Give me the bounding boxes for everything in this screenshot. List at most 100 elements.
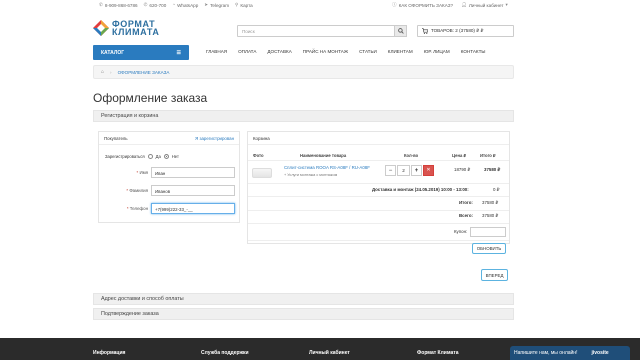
section-registration[interactable]: Регистрация и корзина (93, 110, 514, 122)
telegram-link[interactable]: ➤ Telegram (204, 3, 229, 8)
quantity-stepper: − 2 + ✕ (385, 165, 434, 176)
section-delivery[interactable]: Адрес доставки и способ оплаты (93, 293, 514, 305)
item-total: 37580 ₽ (484, 167, 501, 172)
qty-plus-button[interactable]: + (411, 165, 422, 176)
item-price: 18790 ₽ (454, 167, 471, 172)
footer-account: Личный кабинет (309, 350, 350, 356)
buyer-header: Покупатель Я зарегистрирован (99, 132, 239, 145)
caret-down-icon: ▾ (505, 2, 508, 8)
register-label: Зарегистрироваться (105, 154, 145, 159)
logo-line-2: КЛИМАТА (112, 27, 160, 37)
cart-icon (422, 28, 428, 34)
account-dropdown[interactable]: 👤︎ Личный кабинет ▾ (461, 3, 508, 8)
search-button[interactable] (394, 25, 407, 37)
section-registration-label: Регистрация и корзина (101, 113, 159, 119)
register-yes-radio[interactable] (147, 154, 153, 159)
page-title: Оформление заказа (93, 91, 208, 105)
logo-mark-icon (93, 20, 109, 36)
nav-link-articles[interactable]: СТАТЬИ (359, 49, 377, 54)
already-registered-link[interactable]: Я зарегистрирован (195, 136, 234, 141)
phone-link-2[interactable]: ✆ 620-700 (144, 3, 167, 8)
remove-item-button[interactable]: ✕ (423, 165, 434, 176)
buyer-panel: Покупатель Я зарегистрирован Зарегистрир… (98, 131, 240, 223)
last-name-label: * Фамилия (126, 188, 148, 193)
register-no-label: Нет (171, 154, 179, 159)
catalog-button[interactable]: КАТАЛОГ ☰ (93, 45, 189, 60)
map-label: Карта (240, 3, 253, 8)
nav-link-payment[interactable]: ОПЛАТА (238, 49, 256, 54)
col-price: Цена ₽ (452, 153, 467, 158)
product-name-link[interactable]: Сплит-система ROOA RS-A08F / RU-A08F (284, 165, 370, 170)
divider (248, 196, 509, 197)
divider (248, 240, 509, 241)
update-cart-button[interactable]: ОБНОВИТЬ (472, 243, 506, 254)
cart-button-label: ТОВАРОВ: 2 (37580) ₽ ₽ (431, 28, 484, 33)
phone-value: +7(999)222-33_-__ (155, 207, 193, 212)
col-total: Итого ₽ (480, 153, 496, 158)
map-marker-icon: ⚲ (235, 2, 239, 8)
home-icon[interactable]: ⌂ (101, 69, 104, 75)
first-name-label: * Имя (136, 170, 149, 175)
whatsapp-icon: ◔ (172, 2, 176, 8)
section-confirm-label: Подтверждение заказа (101, 311, 159, 317)
col-photo: Фото (253, 153, 264, 158)
first-name-label-text: Имя (139, 170, 148, 175)
qty-input[interactable]: 2 (397, 165, 410, 176)
nav-link-delivery[interactable]: ДОСТАВКА (267, 49, 291, 54)
phone-icon: ✆ (143, 2, 148, 8)
col-qty: Кол-во (404, 153, 419, 158)
header: ФОРМАТ КЛИМАТА Поиск ТОВАРОВ: 2 (37580) … (0, 14, 640, 44)
site-logo[interactable]: ФОРМАТ КЛИМАТА (93, 20, 160, 37)
product-image[interactable] (252, 168, 272, 178)
first-name-value: Иван (155, 171, 166, 176)
map-link[interactable]: ⚲ Карта (235, 3, 253, 8)
cart-panel: Корзина Фото Наименование товара Кол-во … (247, 131, 510, 244)
coupon-label: Купон: (454, 229, 468, 234)
section-confirm[interactable]: Подтверждение заказа (93, 308, 514, 320)
last-name-field[interactable]: Иванов (151, 185, 235, 196)
whatsapp-label: WhatsApp (177, 3, 199, 8)
register-no-radio[interactable] (163, 154, 169, 159)
breadcrumb-current[interactable]: ОФОРМЛЕНИЕ ЗАКАЗА (118, 70, 170, 75)
register-yes-label: Да (155, 154, 161, 159)
main-nav: КАТАЛОГ ☰ ГЛАВНАЯ ОПЛАТА ДОСТАВКА ПРАЙС … (93, 44, 514, 60)
nav-link-clients[interactable]: КЛИЕНТАМ (388, 49, 413, 54)
top-right-links: ⓘ КАК ОФОРМИТЬ ЗАКАЗ? 👤︎ Личный кабинет ▾ (392, 3, 508, 8)
nav-links: ГЛАВНАЯ ОПЛАТА ДОСТАВКА ПРАЙС НА МОНТАЖ … (206, 49, 485, 54)
phone-label-text: Телефон (129, 206, 148, 211)
nav-link-home[interactable]: ГЛАВНАЯ (206, 49, 227, 54)
phone-1: 8-909-868-6786 (104, 3, 138, 8)
search-input[interactable]: Поиск (237, 25, 407, 37)
how-to-order-label: КАК ОФОРМИТЬ ЗАКАЗ? (398, 3, 454, 8)
itogo-value: 37580 ₽ (482, 200, 499, 205)
phone-icon: ✆ (99, 2, 103, 8)
phone-2: 620-700 (149, 3, 167, 8)
next-button[interactable]: ВПЕРЕД (481, 269, 508, 281)
buyer-title: Покупатель (104, 135, 128, 141)
delivery-row-label: Доставка и монтаж (24.05.2019) 10:00 - 1… (372, 187, 469, 192)
phone-link-1[interactable]: ✆ 8-909-868-6786 (99, 3, 138, 8)
telegram-icon: ➤ (204, 2, 209, 8)
cart-button[interactable]: ТОВАРОВ: 2 (37580) ₽ ₽ (417, 25, 514, 37)
divider (248, 210, 509, 211)
user-icon: 👤︎ (461, 2, 467, 8)
phone-field[interactable]: +7(999)222-33_-__ (151, 203, 235, 214)
chat-widget[interactable]: Напишите нам, мы онлайн! jivosite (510, 346, 630, 360)
logo-text: ФОРМАТ КЛИМАТА (112, 20, 160, 37)
info-icon: ⓘ (392, 2, 397, 8)
phone-row: * Телефон +7(999)222-33_-__ (99, 203, 241, 215)
first-name-field[interactable]: Иван (151, 167, 235, 178)
itogo-label: Итого: (459, 200, 473, 205)
breadcrumb: ⌂ › ОФОРМЛЕНИЕ ЗАКАЗА (93, 65, 514, 79)
nav-link-legal[interactable]: ЮР. ЛИЦАМ (424, 49, 450, 54)
footer-info: Информация (93, 350, 126, 356)
coupon-input[interactable] (470, 227, 506, 237)
nav-link-contacts[interactable]: КОНТАКТЫ (461, 49, 486, 54)
qty-minus-button[interactable]: − (385, 165, 396, 176)
divider (248, 160, 509, 161)
how-to-order-link[interactable]: ⓘ КАК ОФОРМИТЬ ЗАКАЗ? (392, 3, 453, 8)
nav-link-install-price[interactable]: ПРАЙС НА МОНТАЖ (303, 49, 348, 54)
whatsapp-link[interactable]: ◔ WhatsApp (172, 3, 198, 8)
top-bar: ✆ 8-909-868-6786 ✆ 620-700 ◔ WhatsApp ➤ Tele… (0, 0, 640, 11)
contacts-bar: ✆ 8-909-868-6786 ✆ 620-700 ◔ WhatsApp ➤ Tele… (99, 3, 253, 8)
